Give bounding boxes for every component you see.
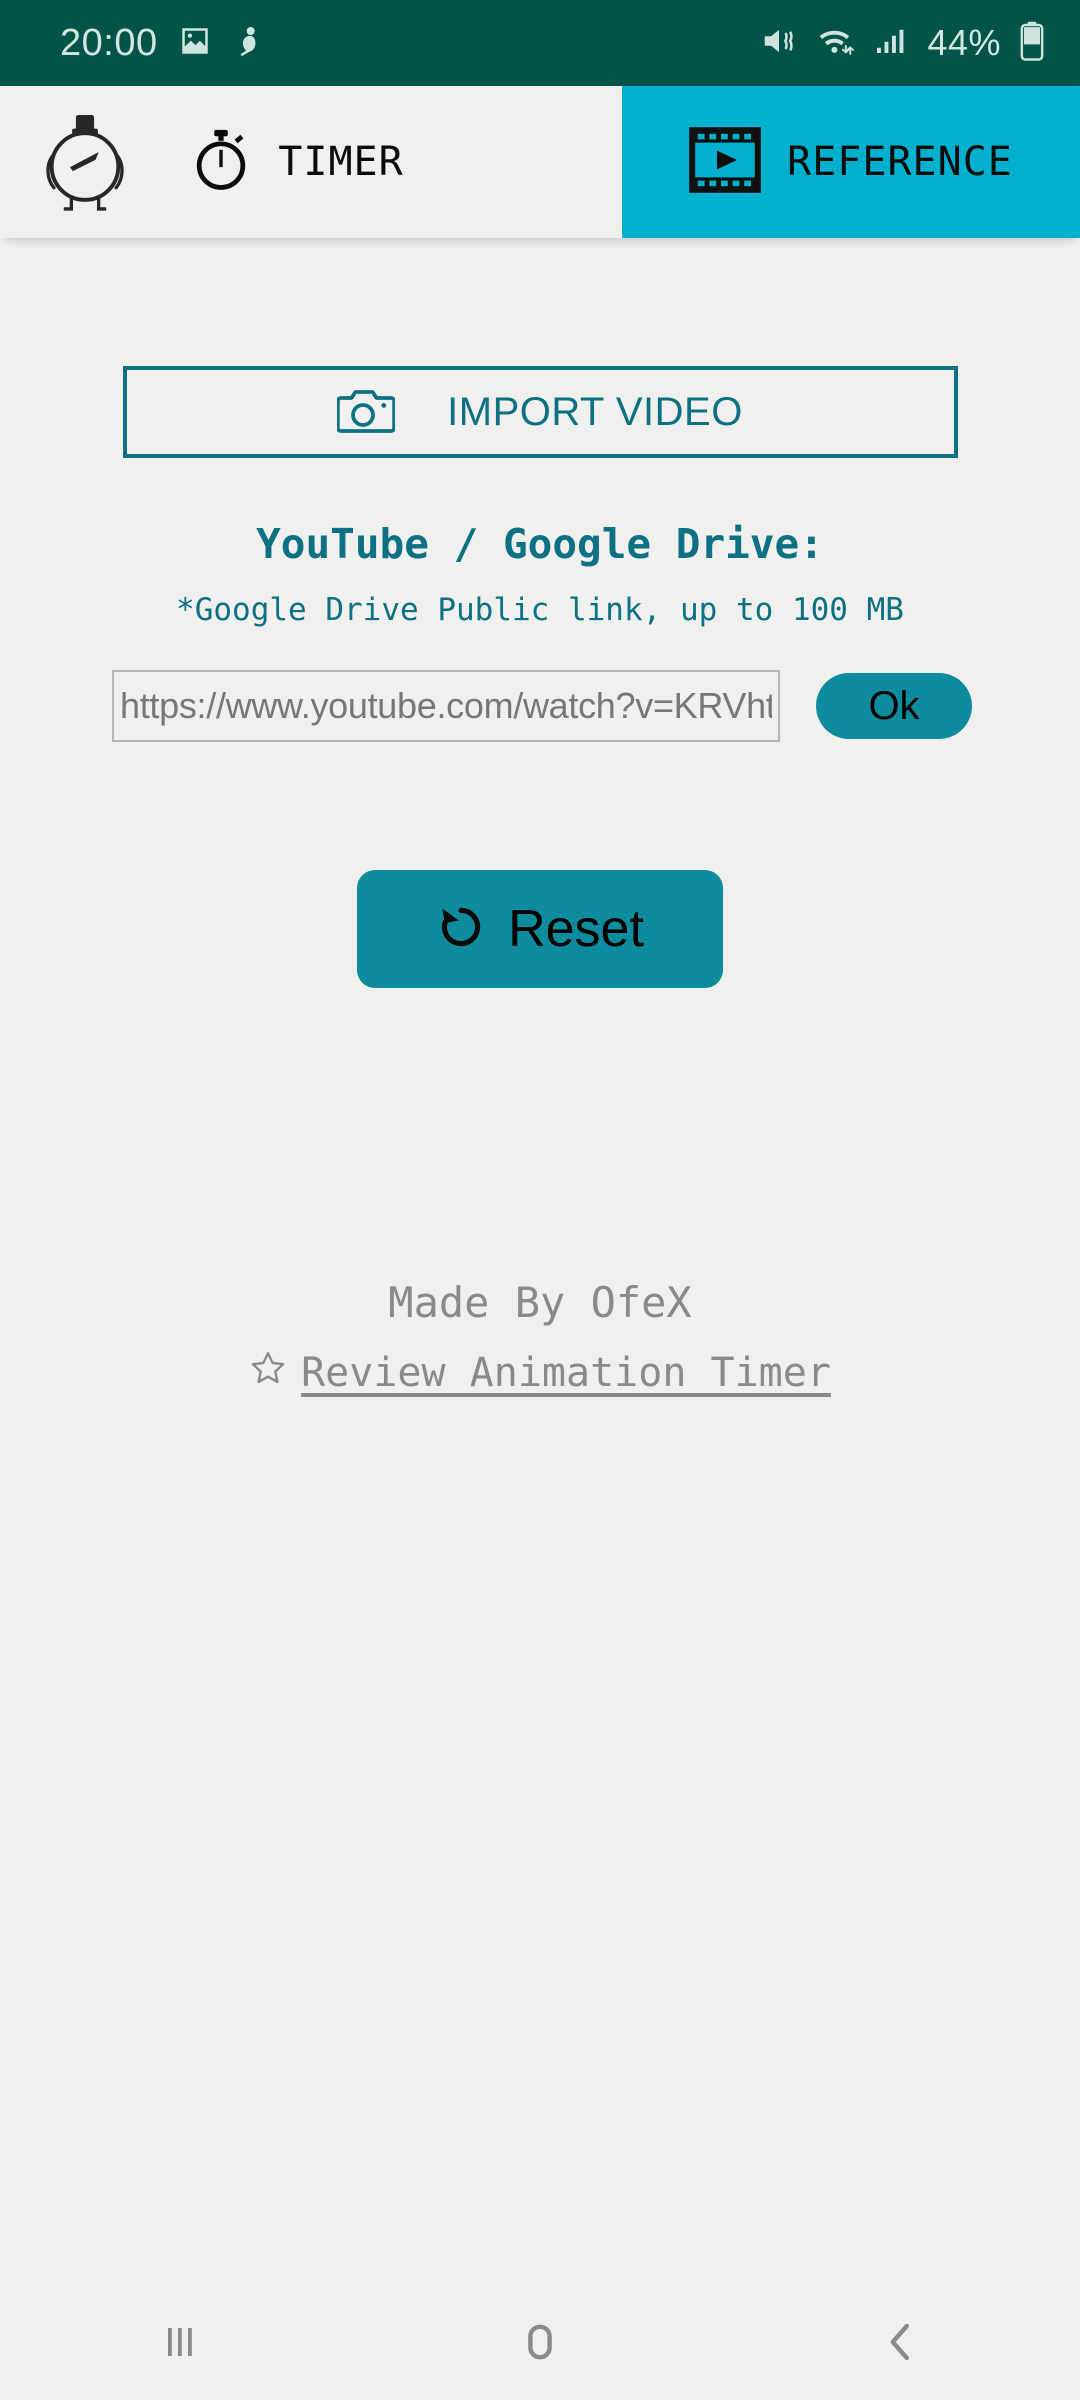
home-icon[interactable] (460, 2284, 620, 2400)
status-bar-right: 44% (760, 21, 1046, 66)
video-url-input[interactable] (112, 670, 780, 742)
system-nav-bar (0, 2284, 1080, 2400)
film-strip-icon (689, 126, 761, 198)
wifi-icon (815, 22, 857, 65)
reset-button[interactable]: Reset (357, 870, 723, 988)
stopwatch-icon (190, 128, 252, 197)
url-entry-row: Ok (0, 670, 1080, 742)
camera-icon (336, 385, 397, 440)
mute-vibrate-icon (760, 22, 798, 65)
footer: Made By OfeX Review Animation Timer (0, 1278, 1080, 1397)
back-icon[interactable] (820, 2284, 980, 2400)
review-app-link[interactable]: Review Animation Timer (249, 1349, 831, 1397)
image-icon (178, 24, 212, 63)
tab-reference[interactable]: REFERENCE (622, 86, 1080, 238)
ok-button[interactable]: Ok (816, 673, 972, 739)
battery-percent-label: 44% (927, 22, 1001, 63)
reset-button-label: Reset (508, 900, 644, 958)
import-video-button[interactable]: IMPORT VIDEO (122, 366, 958, 458)
import-video-label: IMPORT VIDEO (447, 389, 743, 434)
status-bar-clock: 20:00 (60, 21, 158, 64)
person-figure-icon (232, 24, 264, 63)
tab-timer[interactable]: TIMER (0, 86, 622, 238)
star-outline-icon (249, 1349, 287, 1397)
main-content: IMPORT VIDEO YouTube / Google Drive: *Go… (0, 238, 1080, 1397)
status-bar: 20:00 44% (0, 0, 1080, 86)
phone-screen: 20:00 44% TIMER REFERENCE IMPORT VIDEO Y… (0, 0, 1080, 2400)
recents-icon[interactable] (100, 2284, 260, 2400)
tab-timer-label: TIMER (278, 139, 404, 185)
tab-bar: TIMER REFERENCE (0, 86, 1080, 238)
review-app-link-label: Review Animation Timer (301, 1350, 831, 1396)
stopwatch-mascot-logo-icon (36, 112, 134, 212)
source-note: *Google Drive Public link, up to 100 MB (176, 592, 904, 628)
tab-reference-label: REFERENCE (787, 139, 1013, 185)
rotate-ccw-icon (436, 902, 486, 957)
battery-icon (1018, 21, 1046, 66)
signal-bars-icon (874, 23, 910, 64)
source-title: YouTube / Google Drive: (256, 520, 824, 568)
status-bar-left: 20:00 (60, 22, 264, 65)
made-by-label: Made By OfeX (388, 1278, 692, 1327)
